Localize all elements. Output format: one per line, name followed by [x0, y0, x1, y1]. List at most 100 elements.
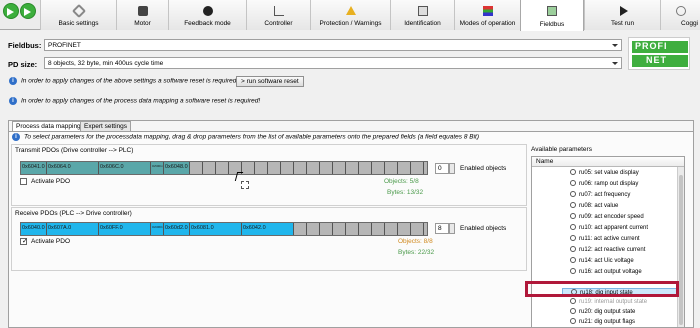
logo-bottom: NET	[632, 55, 688, 67]
list-item[interactable]: ru12: act reactive current	[570, 246, 670, 255]
receive-enabled-label: Enabled objects	[460, 225, 507, 232]
receive-pdo-bar[interactable]: 0x6040.0 0x607A.0 0x60FF.0 0x6060.0 0x60…	[20, 222, 428, 236]
transmit-title: Transmit PDOs (Drive controller --> PLC)	[15, 147, 134, 154]
scrollbar-thumb[interactable]	[679, 175, 683, 325]
param-label: ru11: act active current	[579, 236, 640, 242]
param-label: ru07: act frequency	[579, 192, 631, 198]
parameter-icon	[570, 202, 576, 208]
receive-object[interactable]: 0x6081.0	[190, 223, 242, 235]
run-software-reset-button[interactable]: > run software reset	[236, 76, 304, 87]
mouse-cursor-icon	[234, 172, 244, 181]
reset-info-2: i In order to apply changes of the proces…	[9, 97, 260, 105]
receive-activate-checkbox[interactable]: ✓	[20, 238, 28, 245]
transmit-object[interactable]: 0x6048.0	[164, 162, 190, 174]
pd-size-label: PD size:	[8, 60, 38, 69]
info-icon: i	[9, 77, 17, 85]
parameter-icon	[570, 318, 576, 324]
transmit-object[interactable]: 0x6041.0	[21, 162, 47, 174]
tab-cogging[interactable]: Coggi	[660, 0, 700, 30]
reset-note-text: In order to apply changes of the above s…	[21, 77, 239, 85]
receive-object[interactable]: 0x60d2.0	[164, 223, 190, 235]
transmit-pdo-bar[interactable]: 0x6041.0 0x6064.0 0x606C.0 0x5001.0 0x60…	[20, 161, 428, 175]
list-item[interactable]: ru07: act frequency	[570, 191, 670, 200]
pd-size-select[interactable]: 8 objects, 32 byte, min 400us cycle time	[44, 57, 622, 69]
list-item[interactable]: ru05: set value display	[570, 169, 670, 178]
list-item[interactable]: ru06: ramp out display	[570, 180, 670, 189]
info-icon: i	[9, 97, 17, 105]
receive-empty-slots[interactable]	[294, 223, 427, 235]
transmit-activate-label: Activate PDO	[31, 178, 71, 185]
mapping-hint-text: To select parameters for the processdata…	[24, 133, 480, 141]
available-parameters-title: Available parameters	[531, 146, 592, 153]
tab-motor[interactable]: Motor	[116, 0, 168, 30]
list-item[interactable]: ru19: internal output state	[570, 298, 670, 307]
list-item[interactable]: ru10: act apparent current	[570, 224, 670, 233]
profinet-logo: PROFI NET	[628, 37, 690, 70]
transmit-spinner[interactable]	[449, 163, 455, 174]
parameter-icon	[570, 224, 576, 230]
receive-spinner[interactable]	[449, 223, 455, 234]
tab-modes-of-operation[interactable]: Modes of operation	[454, 0, 520, 30]
wrench-icon	[71, 3, 86, 19]
receive-bytes-count: Bytes: 22/32	[398, 249, 435, 256]
receive-enabled-input[interactable]: 8	[435, 223, 449, 234]
column-header-name[interactable]: Name	[532, 157, 684, 167]
identification-icon	[417, 6, 428, 16]
warning-icon	[345, 6, 356, 15]
param-label: ru09: act encoder speed	[579, 214, 644, 220]
parameter-icon	[570, 246, 576, 252]
list-item[interactable]: ru21: dig output flags	[570, 318, 670, 327]
receive-object[interactable]: 0x6042.0	[242, 223, 294, 235]
receive-object[interactable]: 0x607A.0	[47, 223, 99, 235]
back-nav-button[interactable]	[3, 3, 19, 19]
parameter-icon	[570, 268, 576, 274]
tab-controller[interactable]: Controller	[246, 0, 310, 30]
available-parameters-list[interactable]: Name ru05: set value display ru06: ramp …	[531, 156, 685, 328]
transmit-bytes-count: Bytes: 13/32	[387, 189, 424, 196]
fieldbus-icon	[547, 6, 557, 16]
forward-arrow-icon	[24, 8, 31, 16]
info-icon: i	[12, 133, 20, 141]
param-label: ru05: set value display	[579, 170, 639, 176]
tab-expert-settings[interactable]: Expert settings	[80, 121, 131, 131]
forward-nav-button[interactable]	[20, 3, 36, 19]
fieldbus-select[interactable]: PROFINET	[44, 39, 622, 51]
feedback-icon	[202, 6, 213, 16]
mapping-hint: i To select parameters for the processdat…	[12, 133, 479, 141]
receive-objects-count: Objects: 8/8	[398, 238, 433, 245]
receive-object[interactable]: 0x60FF.0	[99, 223, 151, 235]
tab-basic-settings[interactable]: Basic settings	[40, 0, 116, 30]
param-label: ru14: act Uic voltage	[579, 258, 634, 264]
tab-protection-warnings[interactable]: Protection / Warnings	[310, 0, 390, 30]
tab-fieldbus[interactable]: Fieldbus	[520, 0, 584, 31]
transmit-object[interactable]: 0x5001.0	[151, 162, 164, 174]
transmit-object[interactable]: 0x6064.0	[47, 162, 99, 174]
param-label: ru19: internal output state	[579, 299, 648, 305]
receive-object[interactable]: 0x6040.0	[21, 223, 47, 235]
transmit-object[interactable]: 0x606C.0	[99, 162, 151, 174]
list-scrollbar[interactable]	[677, 167, 684, 327]
list-item[interactable]: ru09: act encoder speed	[570, 213, 670, 222]
list-item[interactable]: ru16: act output voltage	[570, 268, 670, 277]
receive-object[interactable]: 0x6060.0	[151, 223, 164, 235]
chevron-down-icon	[612, 62, 618, 65]
param-label: ru10: act apparent current	[579, 225, 649, 231]
fieldbus-value: PROFINET	[48, 42, 81, 49]
list-item[interactable]: ru14: act Uic voltage	[570, 257, 670, 266]
receive-activate-label: Activate PDO	[31, 238, 71, 245]
list-item[interactable]: ru20: dig output state	[570, 308, 670, 317]
tab-identification[interactable]: Identification	[390, 0, 454, 30]
param-label: ru08: act value	[579, 203, 619, 209]
receive-title: Receive PDOs (PLC --> Drive controller)	[15, 210, 132, 217]
modes-icon	[482, 6, 493, 16]
tab-feedback-mode[interactable]: Feedback mode	[168, 0, 246, 30]
transmit-empty-slots[interactable]	[190, 162, 427, 174]
pd-size-value: 8 objects, 32 byte, min 400us cycle time	[48, 60, 164, 67]
tab-test-run[interactable]: Test run	[584, 0, 660, 30]
list-item[interactable]: ru08: act value	[570, 202, 670, 211]
param-label: ru06: ramp out display	[579, 181, 639, 187]
list-item[interactable]: ru11: act active current	[570, 235, 670, 244]
transmit-enabled-input[interactable]: 0	[435, 163, 449, 174]
transmit-activate-checkbox[interactable]	[20, 178, 27, 185]
parameter-icon	[570, 308, 576, 314]
